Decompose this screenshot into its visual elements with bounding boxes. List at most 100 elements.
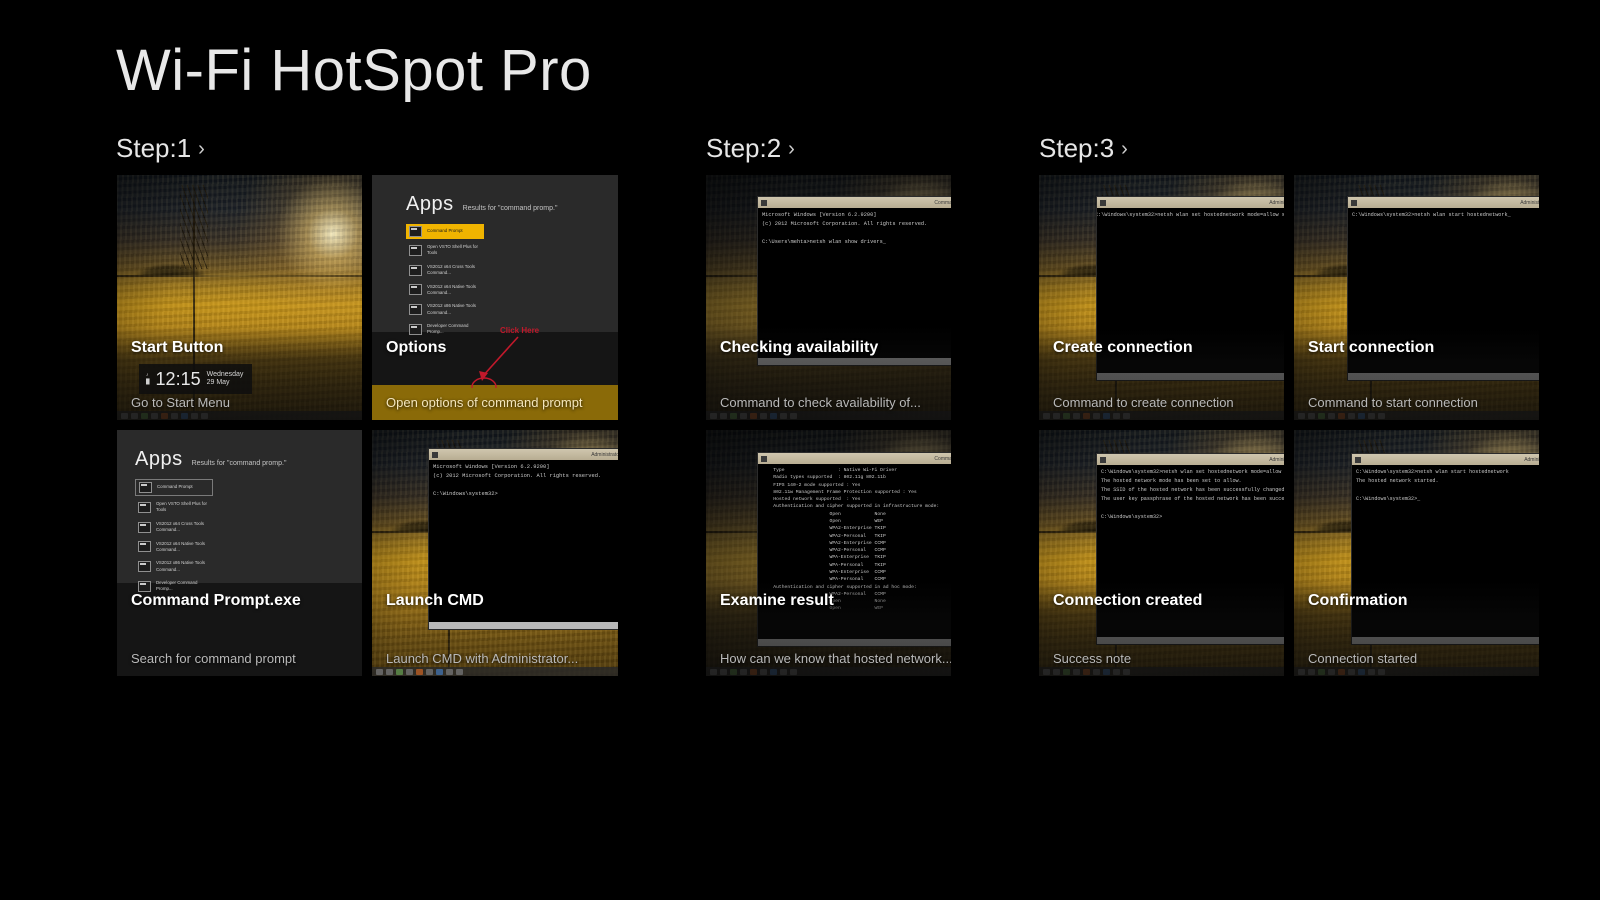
console-title: Administrator: Command Prompt <box>1524 457 1539 463</box>
console-line: Type : Native Wi-Fi Driver <box>762 468 897 473</box>
app-list-item-label: Developer Command Promp... <box>156 580 210 593</box>
apps-result-list: Command Prompt Open VSTO Shell Plus for … <box>135 479 362 595</box>
app-list-item[interactable]: Open VSTO Shell Plus for Tools <box>135 499 213 516</box>
group-header-step-1[interactable]: Step:1 › <box>116 133 205 164</box>
chevron-right-icon: › <box>198 138 205 160</box>
tile-title: Create connection <box>1053 339 1193 357</box>
console-statusbar <box>429 622 618 629</box>
console-icon <box>138 522 151 533</box>
annotation-arrow-icon <box>462 333 532 388</box>
console-titlebar[interactable]: Command Prompt <box>758 197 951 208</box>
console-titlebar[interactable]: Command Prompt <box>758 453 951 464</box>
app-list-item[interactable]: Command Prompt <box>135 479 213 496</box>
tile-command-prompt-exe[interactable]: Apps Results for "command promp." Comman… <box>117 430 362 676</box>
console-line: (c) 2012 Microsoft Corporation. All righ… <box>433 473 601 479</box>
app-list-item[interactable]: Command Prompt <box>406 224 484 239</box>
console-title: Administrator: Command Prompt <box>1269 200 1284 206</box>
app-list-item-label: VS2012 x64 Cross Tools Command... <box>156 521 210 534</box>
console-system-icon <box>1355 457 1361 463</box>
console-titlebar[interactable]: Administrator: Command Prompt <box>429 449 618 460</box>
apps-result-list: Command Prompt Open VSTO Shell Plus for … <box>406 224 618 338</box>
tile-options[interactable]: Apps Results for "command promp." Comman… <box>372 175 618 420</box>
tile-caption: Success note <box>1053 651 1131 666</box>
console-line: C:\Windows\system32>netsh wlan set hoste… <box>1096 212 1284 218</box>
console-line: WPA2-Enterprise CCMP <box>762 541 886 546</box>
console-system-icon <box>761 456 767 462</box>
console-line: Open None <box>762 512 886 517</box>
clock-time: 12:15 <box>156 370 201 388</box>
console-system-icon <box>1100 200 1106 206</box>
clock-daymonth: 29 May <box>207 379 244 387</box>
console-icon <box>138 561 151 572</box>
group-header-step-1-label: Step:1 <box>116 133 191 163</box>
app-list-item-label: Open VSTO Shell Plus for Tools <box>156 501 210 514</box>
app-list-item[interactable]: VS2012 x86 Native Tools Command... <box>135 558 213 575</box>
console-icon <box>138 541 151 552</box>
console-line: WPA2-Enterprise TKIP <box>762 526 886 531</box>
apps-header: Apps Results for "command promp." <box>372 175 618 216</box>
group-header-step-3[interactable]: Step:3 › <box>1039 133 1128 164</box>
console-line: Hosted network supported : Yes <box>762 497 860 502</box>
console-title: Command Prompt <box>934 456 951 462</box>
console-icon <box>139 482 152 493</box>
console-titlebar[interactable]: Administrator: Command Prompt <box>1348 197 1539 208</box>
apps-heading: Apps <box>135 448 183 471</box>
tile-launch-cmd[interactable]: Administrator: Command Prompt Microsoft … <box>372 430 618 676</box>
console-title: Command Prompt <box>934 200 951 206</box>
console-titlebar[interactable]: Administrator: Command Prompt <box>1097 454 1284 465</box>
tile-caption: How can we know that hosted network... <box>720 651 951 666</box>
app-list-item[interactable]: VS2012 x64 Cross Tools Command... <box>135 519 213 536</box>
console-icon <box>409 284 422 295</box>
console-line: Authentication and cipher supported in i… <box>762 504 939 509</box>
tile-caption: Launch CMD with Administrator... <box>386 651 578 666</box>
tile-title: Launch CMD <box>386 592 484 610</box>
app-list-item-label: VS2012 x64 Native Tools Command... <box>156 541 210 554</box>
console-icon <box>409 265 422 276</box>
console-system-icon <box>432 452 438 458</box>
tile-start-connection[interactable]: Administrator: Command Prompt C:\Windows… <box>1294 175 1539 420</box>
apps-heading: Apps <box>406 193 454 216</box>
tile-title: Examine result <box>720 592 834 610</box>
console-system-icon <box>761 200 767 206</box>
console-line: (c) 2012 Microsoft Corporation. All righ… <box>762 221 927 227</box>
console-line: Microsoft Windows [Version 6.2.9200] <box>762 212 876 218</box>
apps-search-screen: Apps Results for "command promp." Comman… <box>372 175 618 332</box>
app-list-item-label: Command Prompt <box>427 228 463 234</box>
app-list-item-label: VS2012 x86 Native Tools Command... <box>156 560 210 573</box>
console-line: The user key passphrase of the hosted ne… <box>1101 496 1284 502</box>
tile-title: Start connection <box>1308 339 1434 357</box>
console-titlebar[interactable]: Administrator: Command Prompt <box>1352 454 1539 465</box>
console-titlebar[interactable]: Administrator: Command Prompt <box>1097 197 1284 208</box>
app-list-item[interactable]: VS2012 x64 Cross Tools Command... <box>406 262 484 279</box>
tile-examine-result[interactable]: Command Prompt Type : Native Wi-Fi Drive… <box>706 430 951 676</box>
console-icon <box>138 502 151 513</box>
group-header-step-3-label: Step:3 <box>1039 133 1114 163</box>
console-line: C:\Users\mehta>netsh wlan show drivers_ <box>762 239 886 245</box>
app-list-item[interactable]: Open VSTO Shell Plus for Tools <box>406 242 484 259</box>
console-line: Microsoft Windows [Version 6.2.9200] <box>433 464 549 470</box>
chevron-right-icon: › <box>1121 138 1128 160</box>
console-line: WPA-Enterprise CCMP <box>762 570 886 575</box>
console-line: C:\Windows\system32>netsh wlan start hos… <box>1352 212 1511 218</box>
tile-start-button[interactable]: ♪█ 12:15 Wednesday 29 May Start Button G… <box>117 175 362 420</box>
tile-checking-availability[interactable]: Command Prompt Microsoft Windows [Versio… <box>706 175 951 420</box>
app-list-item[interactable]: VS2012 x64 Native Tools Command... <box>406 282 484 299</box>
tile-connection-created[interactable]: Administrator: Command Prompt C:\Windows… <box>1039 430 1284 676</box>
console-icon <box>409 304 422 315</box>
tile-create-connection[interactable]: Administrator: Command Prompt C:\Windows… <box>1039 175 1284 420</box>
console-title: Administrator: Command Prompt <box>1269 457 1284 463</box>
console-line: FIPS 140-2 mode supported : Yes <box>762 483 860 488</box>
console-line: WPA-Enterprise TKIP <box>762 555 886 560</box>
tile-confirmation[interactable]: Administrator: Command Prompt C:\Windows… <box>1294 430 1539 676</box>
app-list-item[interactable]: VS2012 x86 Native Tools Command... <box>406 301 484 318</box>
console-output: Microsoft Windows [Version 6.2.9200] (c)… <box>429 460 618 502</box>
app-list-item-label: VS2012 x86 Native Tools Command... <box>427 303 481 316</box>
console-icon <box>409 324 422 335</box>
apps-search-screen: Apps Results for "command promp." Comman… <box>117 430 362 583</box>
console-line: The hosted network mode has been set to … <box>1101 478 1242 484</box>
console-output: C:\Windows\system32>netsh wlan set hoste… <box>1097 465 1284 524</box>
console-output: C:\Windows\system32>netsh wlan start hos… <box>1352 465 1539 507</box>
console-output: C:\Windows\system32>netsh wlan set hoste… <box>1096 208 1284 223</box>
group-header-step-2[interactable]: Step:2› <box>706 133 795 164</box>
app-list-item[interactable]: VS2012 x64 Native Tools Command... <box>135 539 213 556</box>
